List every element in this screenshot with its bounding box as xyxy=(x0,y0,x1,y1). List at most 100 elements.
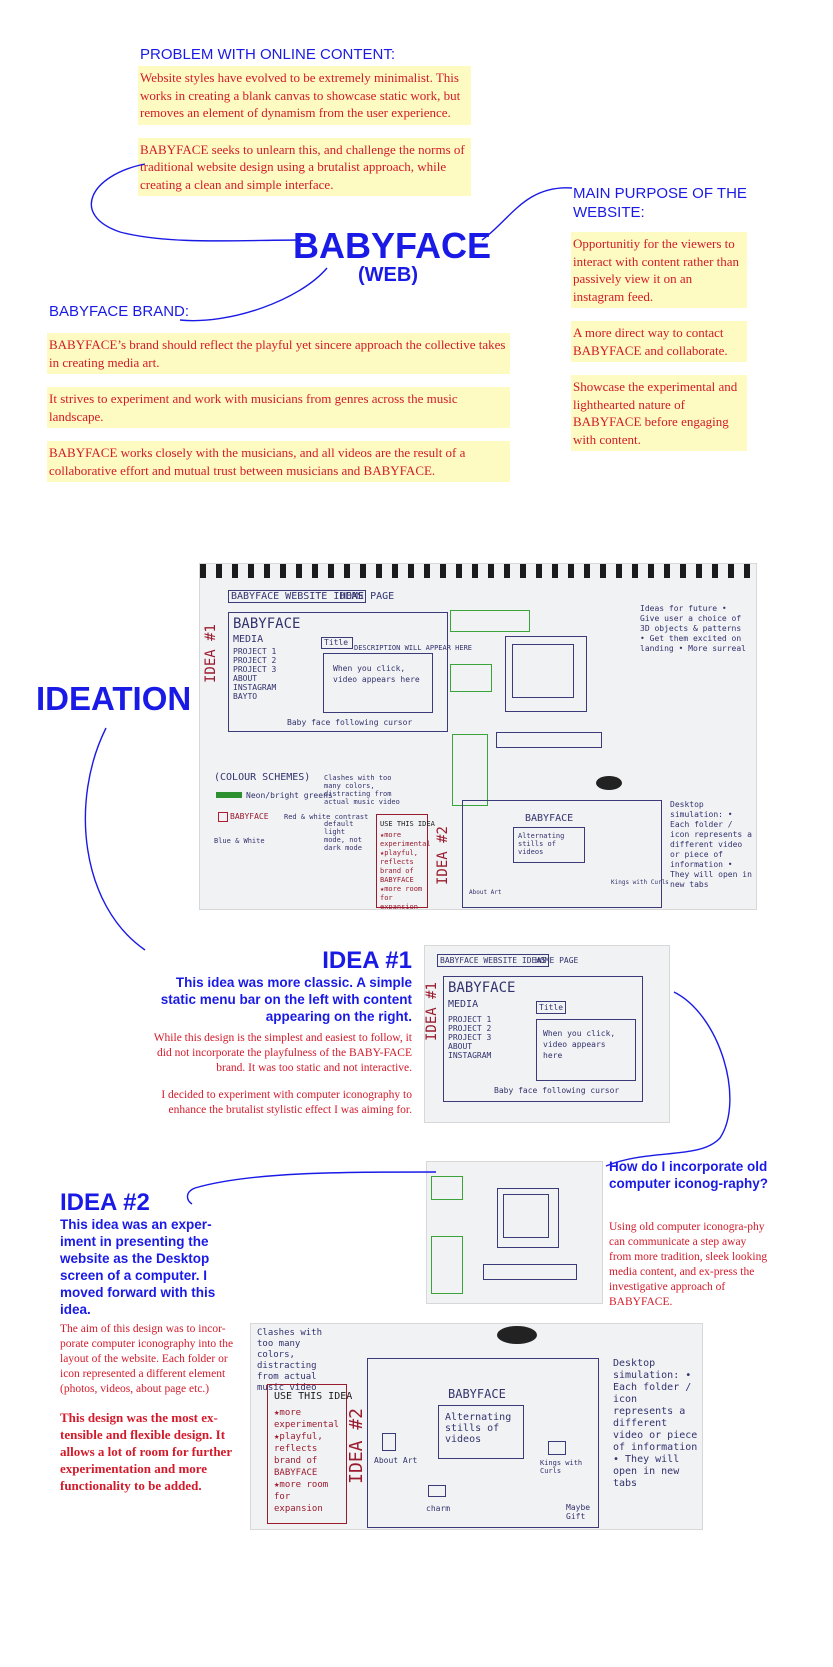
idea2-kings-icon xyxy=(548,1441,566,1455)
sketch-idea2-vertical: IDEA #2 xyxy=(435,826,451,886)
idea2-maybe: Maybe Gift xyxy=(566,1503,591,1521)
idea2-charm: charm xyxy=(426,1504,451,1513)
computer-green-note-1 xyxy=(431,1176,463,1200)
sketch-colour-schemes: (COLOUR SCHEMES) xyxy=(214,772,311,783)
connector-title-brand xyxy=(179,267,328,322)
idea2-use-this: USE THIS IDEA xyxy=(274,1391,353,1402)
sketch-green-note-3 xyxy=(452,734,488,806)
purpose-list: Opportunitiy for the viewers to interact… xyxy=(571,232,747,464)
purpose-item-2: A more direct way to contact BABYFACE an… xyxy=(571,321,747,362)
sketch-red-swatch xyxy=(218,812,228,822)
idea1-para-2: I decided to experiment with computer ic… xyxy=(161,1089,412,1116)
connector-ideation-idea1 xyxy=(84,727,146,951)
question-para: Using old computer iconogra-phy can comm… xyxy=(609,1221,768,1308)
purpose-heading: MAIN PURPOSE OF THE WEBSITE: xyxy=(573,185,747,221)
sketch-about: About Art xyxy=(469,889,502,896)
idea2-sketch-vertical: IDEA #2 xyxy=(346,1408,367,1484)
sketch-blue-white: Blue & White xyxy=(214,837,265,845)
idea1-para-1: While this design is the simplest and ea… xyxy=(153,1032,412,1074)
idea2-kings: Kings with Curls xyxy=(540,1459,583,1475)
idea1-sketch-video: When you click, video appears here xyxy=(536,1019,636,1081)
idea2-para-2: This design was the most ex-tensible and… xyxy=(60,1410,232,1493)
babyface-title: BABYFACE xyxy=(293,225,492,266)
sketch-default: default light mode, not dark mode xyxy=(324,820,362,852)
sketch-media: MEDIA xyxy=(233,634,264,645)
idea1-sketch-logo: BABYFACE xyxy=(448,980,516,996)
idea2-sketch-mouse xyxy=(497,1326,537,1344)
problem-heading: PROBLEM WITH ONLINE CONTENT: xyxy=(140,46,396,63)
idea1-heading: IDEA #1 xyxy=(322,947,412,974)
spiral-binding xyxy=(200,564,756,578)
sketch-screen-video: Alternating stills of videos xyxy=(513,827,585,863)
idea2-screen-text: Alternating stills of videos xyxy=(445,1412,512,1445)
sketch-desktop-wireframe: BABYFACE Alternating stills of videos Ab… xyxy=(462,800,669,908)
sketch-menu: PROJECT 1 PROJECT 2 PROJECT 3 ABOUT INSTAGRA… xyxy=(233,647,277,701)
sketch-video-note: When you click, video appears here xyxy=(333,664,420,684)
idea1-sketch-photo: BABYFACE WEBSITE IDEAS HOME PAGE IDEA #1… xyxy=(424,945,670,1123)
idea1-sketch-menu: PROJECT 1 PROJECT 2 PROJECT 3 ABOUT INSTAGRA… xyxy=(448,1015,492,1060)
brand-item-2: It strives to experiment and work with m… xyxy=(47,387,510,428)
sketch-use-this-box: USE THIS IDEA ★more experimental ★playfu… xyxy=(376,814,435,910)
idea2-sketch-photo: Clashes with too many colors, distractin… xyxy=(250,1323,703,1530)
idea2-desktop-notes: Desktop simulation: • Each folder / icon… xyxy=(613,1358,698,1489)
sketch-use-list: ★more experimental ★playful, reflects br… xyxy=(380,831,431,910)
main-sketch-photo: BABYFACE WEBSITE IDEAS HOME PAGE BABYFAC… xyxy=(199,563,757,910)
sketch-home-page: HOME PAGE xyxy=(340,591,395,602)
purpose-item-1: Opportunitiy for the viewers to interact… xyxy=(571,232,747,308)
sketch-idea1-vertical: IDEA #1 xyxy=(203,624,219,684)
ideation-heading: IDEATION xyxy=(36,680,192,717)
idea1-sketch-media: MEDIA xyxy=(448,999,479,1010)
sketch-right-notes: Ideas for future • Give user a choice of… xyxy=(640,604,746,653)
brand-heading: BABYFACE BRAND: xyxy=(49,303,190,320)
sketch-kings: Kings with Curls xyxy=(611,879,669,886)
sketch-neon: Neon/bright greens xyxy=(246,791,333,800)
sketch-screen-text: Alternating stills of videos xyxy=(518,832,565,856)
idea2-use-this-box: USE THIS IDEA ★more experimental ★playfu… xyxy=(267,1384,352,1524)
sketch-monitor-screen xyxy=(512,644,574,698)
purpose-item-3: Showcase the experimental and lightheart… xyxy=(571,375,747,451)
problem-para-1: Website styles have evolved to be extrem… xyxy=(138,66,471,125)
sketch-logo: BABYFACE xyxy=(233,616,301,632)
idea1-sketch-page-title: BABYFACE WEBSITE IDEAS xyxy=(437,954,549,967)
connector-title-purpose xyxy=(481,187,573,241)
computer-screen xyxy=(503,1194,549,1238)
sketch-use-this: USE THIS IDEA xyxy=(380,820,435,828)
sketch-desktop-notes: Desktop simulation: • Each folder / icon… xyxy=(670,800,752,889)
sketch-green-note-1 xyxy=(450,610,530,632)
connector-question-idea2 xyxy=(186,1171,437,1205)
idea1-sketch-cursor: Baby face following cursor xyxy=(494,1086,620,1095)
sketch-keyboard xyxy=(496,732,602,748)
idea2-about: About Art xyxy=(374,1456,418,1465)
sketch-babyface-red: BABYFACE xyxy=(230,812,269,821)
sketch-green-swatch xyxy=(216,792,242,798)
sketch-cursor-note: Baby face following cursor xyxy=(287,718,413,727)
idea2-use-list: ★more experimental ★playful, reflects br… xyxy=(274,1408,340,1514)
idea2-summary: This idea was an exper-iment in presenti… xyxy=(60,1217,216,1317)
web-subtitle: (WEB) xyxy=(358,264,418,286)
idea2-screen-title: BABYFACE xyxy=(448,1387,506,1401)
computer-green-note-2 xyxy=(431,1236,463,1294)
idea1-sketch-video-note: When you click, video appears here xyxy=(543,1029,616,1060)
brand-list: BABYFACE’s brand should reflect the play… xyxy=(47,333,510,495)
idea1-sketch-vertical: IDEA #1 xyxy=(424,982,440,1042)
idea1-sketch-title: Title xyxy=(536,1001,567,1014)
brand-item-3: BABYFACE works closely with the musician… xyxy=(47,441,510,482)
idea2-charm-icon xyxy=(428,1485,446,1497)
idea2-desktop-wireframe: BABYFACE Alternating stills of videos Ab… xyxy=(367,1358,599,1528)
idea2-para-1: The aim of this design was to incor-pora… xyxy=(60,1323,234,1395)
idea1-summary: This idea was more classic. A simple sta… xyxy=(160,975,412,1024)
computer-sketch-photo xyxy=(426,1161,603,1304)
brand-item-1: BABYFACE’s brand should reflect the play… xyxy=(47,333,510,374)
idea1-sketch-home: HOME PAGE xyxy=(535,956,579,965)
idea2-about-icon xyxy=(382,1433,396,1451)
problem-para-2: BABYFACE seeks to unlearn this, and chal… xyxy=(138,137,471,196)
idea2-screen-video: Alternating stills of videos xyxy=(438,1405,524,1459)
sketch-title-label: Title xyxy=(324,638,349,647)
computer-keyboard xyxy=(483,1264,577,1280)
sketch-clashes: Clashes with too many colors, distractin… xyxy=(324,774,400,806)
idea2-heading: IDEA #2 xyxy=(60,1189,150,1216)
question-heading: How do I incorporate old computer iconog… xyxy=(609,1159,769,1191)
sketch-green-note-2 xyxy=(450,664,492,692)
idea1-sketch-wireframe: BABYFACE MEDIA PROJECT 1 PROJECT 2 PROJECT… xyxy=(443,976,643,1102)
sketch-idea1-wireframe: BABYFACE MEDIA PROJECT 1 PROJECT 2 PROJECT… xyxy=(228,612,472,732)
